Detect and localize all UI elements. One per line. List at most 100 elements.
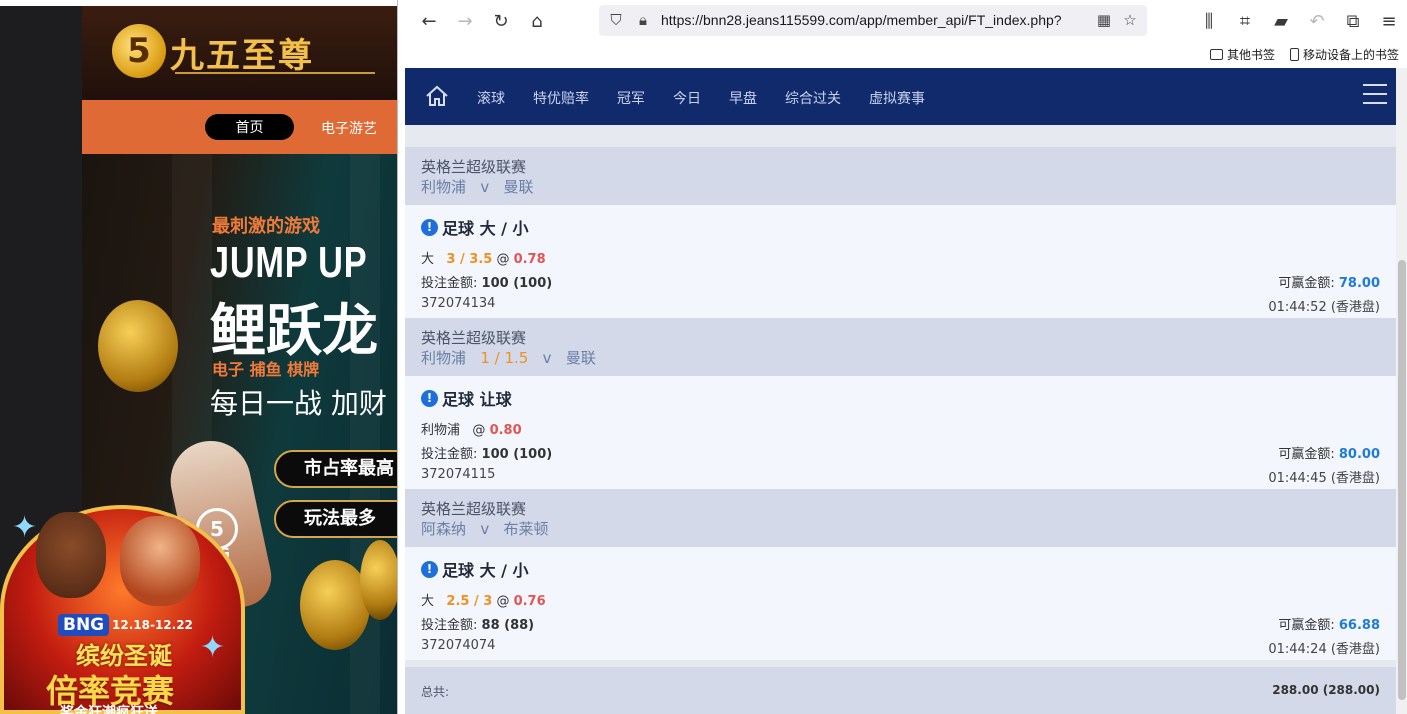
site-logo-text[interactable]: 九五至尊 <box>170 28 314 77</box>
bookmark-star-icon[interactable]: ☆ <box>1119 9 1141 31</box>
nav-tab-today[interactable]: 今日 <box>673 88 701 108</box>
undo-icon[interactable]: ↶ <box>1303 8 1331 34</box>
banner-title-chinese: 鲤跃龙 <box>210 299 378 364</box>
crop-screenshot-icon[interactable]: ⌗ <box>1231 8 1259 34</box>
hamburger-menu-icon[interactable] <box>1363 84 1387 106</box>
bet-odds: 0.76 <box>513 594 546 609</box>
nav-tab-parlay[interactable]: 综合过关 <box>785 88 841 108</box>
site-nav-games[interactable]: 电子游艺 <box>321 118 377 138</box>
ticket-number: 372074074 <box>421 638 496 653</box>
home-team: 利物浦 <box>421 349 467 367</box>
bookmark-label: 移动设备上的书签 <box>1303 48 1400 62</box>
bet-list: 英格兰超级联赛 利物浦 v 曼联 ! 足球 大 / 小 大 3 / 3.5 @ … <box>405 125 1396 660</box>
match-teams: 阿森纳 v 布莱顿 <box>421 519 1396 539</box>
stake-label: 投注金额: <box>421 447 478 462</box>
away-team: 曼联 <box>503 178 534 196</box>
qr-code-icon[interactable]: ▦ <box>1093 9 1115 31</box>
browser-toolbar: ← → ↻ ⌂ ⛉ 🔒︎ https://bnn28.jeans115599.c… <box>398 0 1407 42</box>
win-label: 可赢金额: <box>1278 618 1335 633</box>
chat-icon[interactable]: ▰ <box>1267 8 1295 34</box>
tracking-shield-icon[interactable]: ⛉ <box>605 9 627 31</box>
scrollbar-thumb[interactable] <box>1398 260 1406 700</box>
match-teams: 利物浦 v 曼联 <box>421 177 1396 197</box>
stake-value: 100 (100) <box>481 447 553 462</box>
bet-time: 01:44:52 (香港盘) <box>1268 300 1380 315</box>
vs-label: v <box>480 178 490 196</box>
handicap-line: 1 / 1.5 <box>480 349 529 367</box>
league-row: 英格兰超级联赛 阿森纳 v 布莱顿 <box>405 489 1396 547</box>
browser-window: ← → ↻ ⌂ ⛉ 🔒︎ https://bnn28.jeans115599.c… <box>397 0 1407 714</box>
page-scrollbar[interactable] <box>1396 68 1407 714</box>
app-menu-icon[interactable]: ≡ <box>1375 8 1403 34</box>
bookmark-folder-other[interactable]: 其他书签 <box>1210 46 1275 63</box>
lock-icon[interactable]: 🔒︎ <box>632 9 654 31</box>
nav-tab-virtual[interactable]: 虚拟赛事 <box>869 88 925 108</box>
back-arrow-icon[interactable]: ← <box>415 8 443 34</box>
site-nav-home[interactable]: 首页 <box>205 114 294 140</box>
stake-value: 100 (100) <box>481 276 553 291</box>
vs-label: v <box>480 520 490 538</box>
reload-icon[interactable]: ↻ <box>487 8 515 34</box>
bookmark-label: 其他书签 <box>1227 48 1276 62</box>
bet-type-label: 足球 让球 <box>442 390 512 409</box>
banner-feature-pill: 市占率最高 <box>274 450 397 488</box>
home-icon[interactable]: ⌂ <box>523 8 551 34</box>
warning-info-icon: ! <box>421 389 438 407</box>
bet-type-label: 足球 大 / 小 <box>442 219 529 238</box>
star-icon: ✦ <box>12 510 38 545</box>
nav-tab-outright[interactable]: 冠军 <box>617 88 645 108</box>
nav-tab-special-odds[interactable]: 特优赔率 <box>533 88 589 108</box>
forward-arrow-icon[interactable]: → <box>451 8 479 34</box>
selection-label: 利物浦 <box>421 423 461 438</box>
bet-odds: 0.80 <box>489 423 522 438</box>
logo-ornament <box>175 72 375 78</box>
bet-time: 01:44:45 (香港盘) <box>1268 471 1380 486</box>
stake-amount: 投注金额: 100 (100) <box>421 272 552 291</box>
warning-info-icon: ! <box>421 218 438 236</box>
league-name: 英格兰超级联赛 <box>421 158 527 176</box>
at-symbol: @ <box>472 423 486 438</box>
bet-line: 2.5 / 3 <box>446 594 493 609</box>
bet-type-label: 足球 大 / 小 <box>442 561 529 580</box>
bet-type: ! 足球 让球 <box>421 386 512 410</box>
nav-tab-early[interactable]: 早盘 <box>729 88 757 108</box>
library-icon[interactable]: ⫼ <box>1195 8 1223 34</box>
win-value: 80.00 <box>1338 447 1380 462</box>
background-website-window: 5 九五至尊 首页 电子游艺 最刺激的游戏 JUMP UP 鲤跃龙 电子 捕鱼 … <box>0 0 397 714</box>
site-logo-badge[interactable]: 5 <box>112 24 166 78</box>
url-text[interactable]: https://bnn28.jeans115599.com/app/member… <box>661 12 1087 28</box>
selection-label: 大 <box>421 594 435 609</box>
gold-coin-image <box>98 300 178 392</box>
total-value: 288.00 (288.00) <box>1272 683 1380 697</box>
vs-label: v <box>542 349 552 367</box>
potential-win: 可赢金额: 78.00 <box>1278 272 1380 291</box>
bet-detail-row: ! 足球 让球 利物浦 @ 0.80 投注金额: 100 (100) 37207… <box>405 376 1396 489</box>
warning-info-icon: ! <box>421 560 438 578</box>
address-bar[interactable]: ⛉ 🔒︎ https://bnn28.jeans115599.com/app/m… <box>599 5 1147 36</box>
bet-detail-row: ! 足球 大 / 小 大 2.5 / 3 @ 0.76 投注金额: 88 (88… <box>405 547 1396 660</box>
bet-line: 3 / 3.5 <box>446 252 493 267</box>
bookmark-folder-mobile[interactable]: 移动设备上的书签 <box>1290 46 1399 63</box>
bet-time: 01:44:24 (香港盘) <box>1268 642 1380 657</box>
mobile-device-icon <box>1290 48 1299 61</box>
extensions-icon[interactable]: ⧉ <box>1339 8 1367 34</box>
banner-slogan: 每日一战 加财 <box>210 387 387 420</box>
at-symbol: @ <box>496 252 510 267</box>
win-value: 66.88 <box>1338 618 1380 633</box>
bet-type: ! 足球 大 / 小 <box>421 215 529 239</box>
bet-selection: 利物浦 @ 0.80 <box>421 419 522 438</box>
win-value: 78.00 <box>1338 276 1380 291</box>
banner-feature-pill: 玩法最多 <box>274 500 397 538</box>
home-team: 阿森纳 <box>421 520 467 538</box>
bet-selection: 大 2.5 / 3 @ 0.76 <box>421 590 546 609</box>
home-team: 利物浦 <box>421 178 467 196</box>
banner-tagline: 最刺激的游戏 <box>212 216 320 237</box>
home-icon[interactable] <box>425 84 449 108</box>
win-label: 可赢金额: <box>1278 447 1335 462</box>
promo-date: 12.18-12.22 <box>112 618 193 632</box>
promo-character-image <box>120 516 200 606</box>
nav-tab-live[interactable]: 滚球 <box>477 88 505 108</box>
league-row: 英格兰超级联赛 利物浦 1 / 1.5 v 曼联 <box>405 318 1396 376</box>
away-team: 布莱顿 <box>503 520 549 538</box>
league-row: 英格兰超级联赛 利物浦 v 曼联 <box>405 147 1396 205</box>
